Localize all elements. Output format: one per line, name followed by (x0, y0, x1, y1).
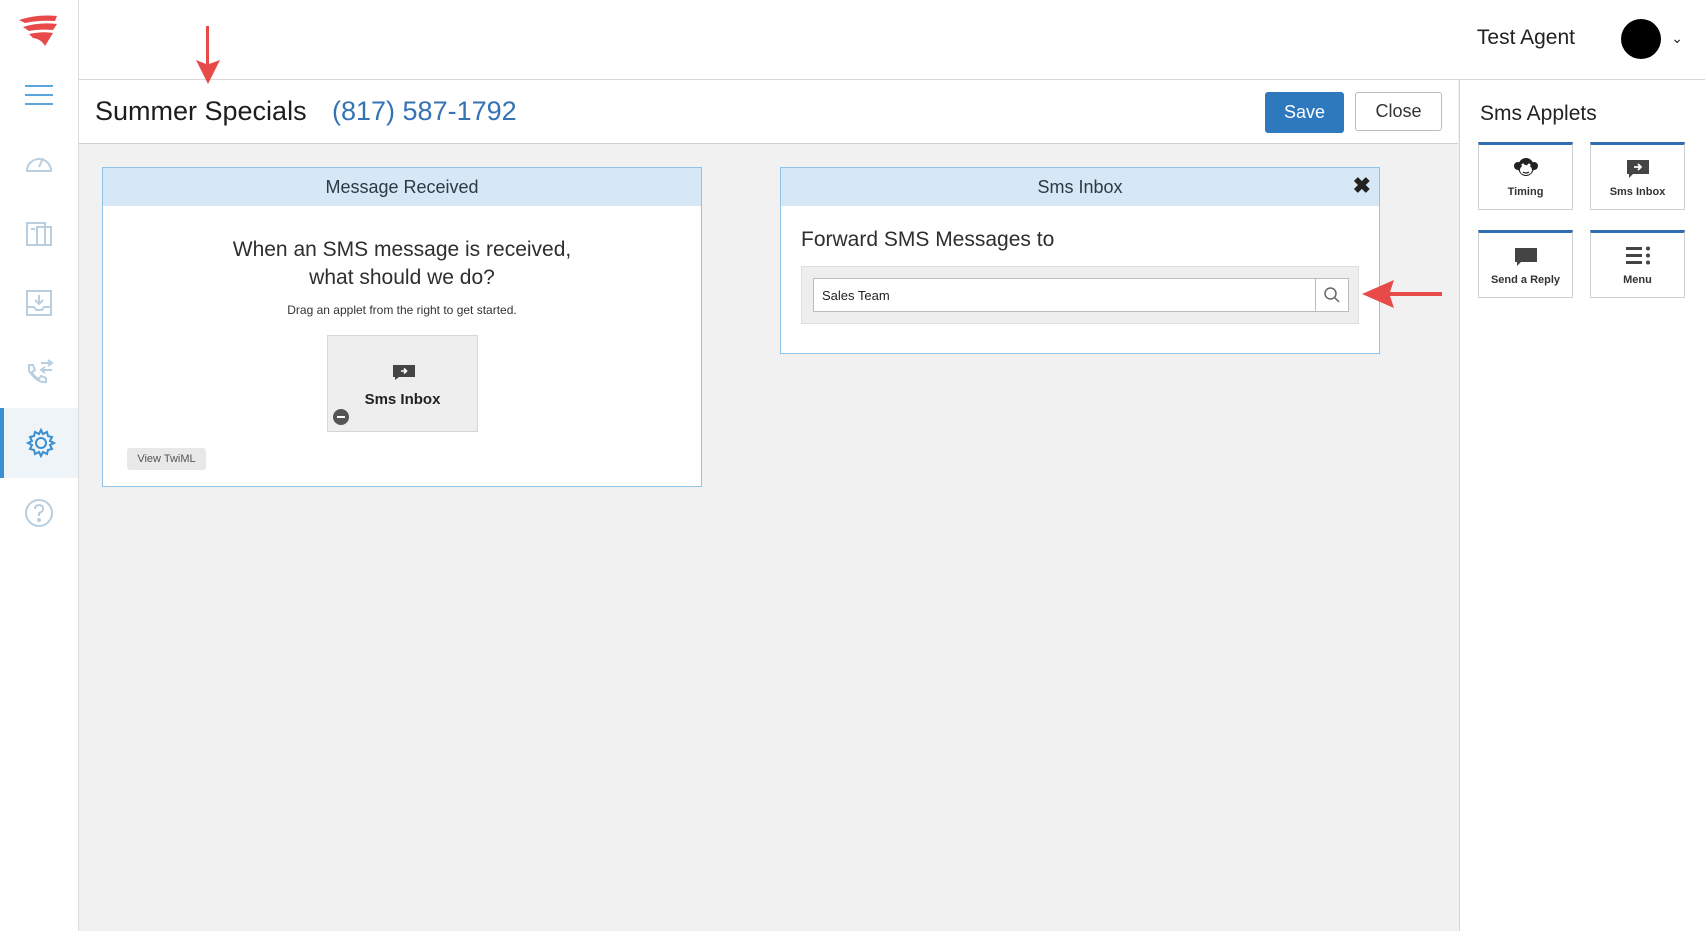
remove-icon[interactable] (333, 409, 349, 425)
dashboard-icon (25, 157, 53, 172)
dropped-applet-sms-inbox[interactable]: Sms Inbox (327, 335, 478, 432)
annotation-arrow-left-icon (1362, 280, 1442, 308)
forward-to-input[interactable] (813, 278, 1316, 312)
annotation-arrow-down-icon (196, 26, 220, 84)
applet-timing[interactable]: Timing (1478, 142, 1573, 210)
applet-label: Sms Inbox (1609, 186, 1666, 198)
card-header-title: Sms Inbox (1037, 177, 1123, 197)
menu-icon (25, 85, 53, 105)
flow-name[interactable]: Summer Specials (95, 96, 307, 127)
sidebar-item-settings[interactable] (0, 408, 78, 478)
sidebar-item-dashboard[interactable] (0, 128, 78, 198)
avatar[interactable] (1621, 19, 1661, 59)
applets-panel-title: Sms Applets (1480, 102, 1597, 125)
left-sidebar (0, 0, 79, 931)
logo-icon[interactable] (17, 12, 61, 48)
save-button[interactable]: Save (1265, 92, 1344, 133)
sidebar-item-calls[interactable] (0, 338, 78, 408)
card-header: Sms Inbox ✖ (781, 168, 1379, 206)
menu-list-icon (1625, 246, 1650, 265)
sms-inbox-card: Sms Inbox ✖ Forward SMS Messages to (780, 167, 1380, 354)
search-button[interactable] (1315, 278, 1349, 312)
sidebar-item-menu[interactable] (0, 60, 78, 130)
applet-sms-inbox[interactable]: Sms Inbox (1590, 142, 1685, 210)
close-icon[interactable]: ✖ (1353, 167, 1371, 205)
flow-phone-number[interactable]: (817) 587-1792 (332, 96, 517, 127)
applet-label: Menu (1623, 274, 1652, 286)
inbox-icon (26, 290, 52, 316)
prompt-line-2: what should we do? (309, 266, 495, 289)
call-transfer-icon (28, 359, 54, 384)
agent-name[interactable]: Test Agent (1477, 26, 1575, 50)
applet-menu[interactable]: Menu (1590, 230, 1685, 298)
prompt-line-1: When an SMS message is received, (232, 238, 572, 261)
top-bar: Test Agent ⌄ (79, 0, 1705, 80)
forward-label: Forward SMS Messages to (801, 228, 1055, 251)
card-header: Message Received (103, 168, 701, 206)
contacts-icon (26, 222, 52, 246)
settings-icon (25, 427, 57, 459)
message-icon (1514, 248, 1537, 266)
view-twiml-button[interactable]: View TwiML (127, 448, 206, 470)
message-forward-icon (1626, 160, 1649, 178)
sidebar-item-help[interactable] (0, 478, 78, 548)
help-icon (25, 499, 53, 527)
message-forward-icon (393, 365, 415, 380)
close-button[interactable]: Close (1355, 92, 1442, 131)
dropped-applet-label: Sms Inbox (364, 391, 441, 408)
applet-send-reply[interactable]: Send a Reply (1478, 230, 1573, 298)
applet-label: Timing (1507, 186, 1544, 198)
applets-panel: Sms Applets Timing Sms Inbox Send a Repl… (1459, 80, 1705, 931)
search-icon (1324, 287, 1340, 303)
message-received-card: Message Received When an SMS message is … (102, 167, 702, 487)
monkey-icon (1513, 158, 1538, 176)
forward-picker (801, 266, 1359, 324)
sidebar-item-contacts[interactable] (0, 198, 78, 268)
chevron-down-icon[interactable]: ⌄ (1671, 30, 1683, 47)
sidebar-item-inbox[interactable] (0, 268, 78, 338)
flow-title-bar: Summer Specials (817) 587-1792 Save Clos… (79, 80, 1458, 144)
drop-hint: Drag an applet from the right to get sta… (287, 303, 517, 317)
applet-label: Send a Reply (1490, 274, 1561, 286)
